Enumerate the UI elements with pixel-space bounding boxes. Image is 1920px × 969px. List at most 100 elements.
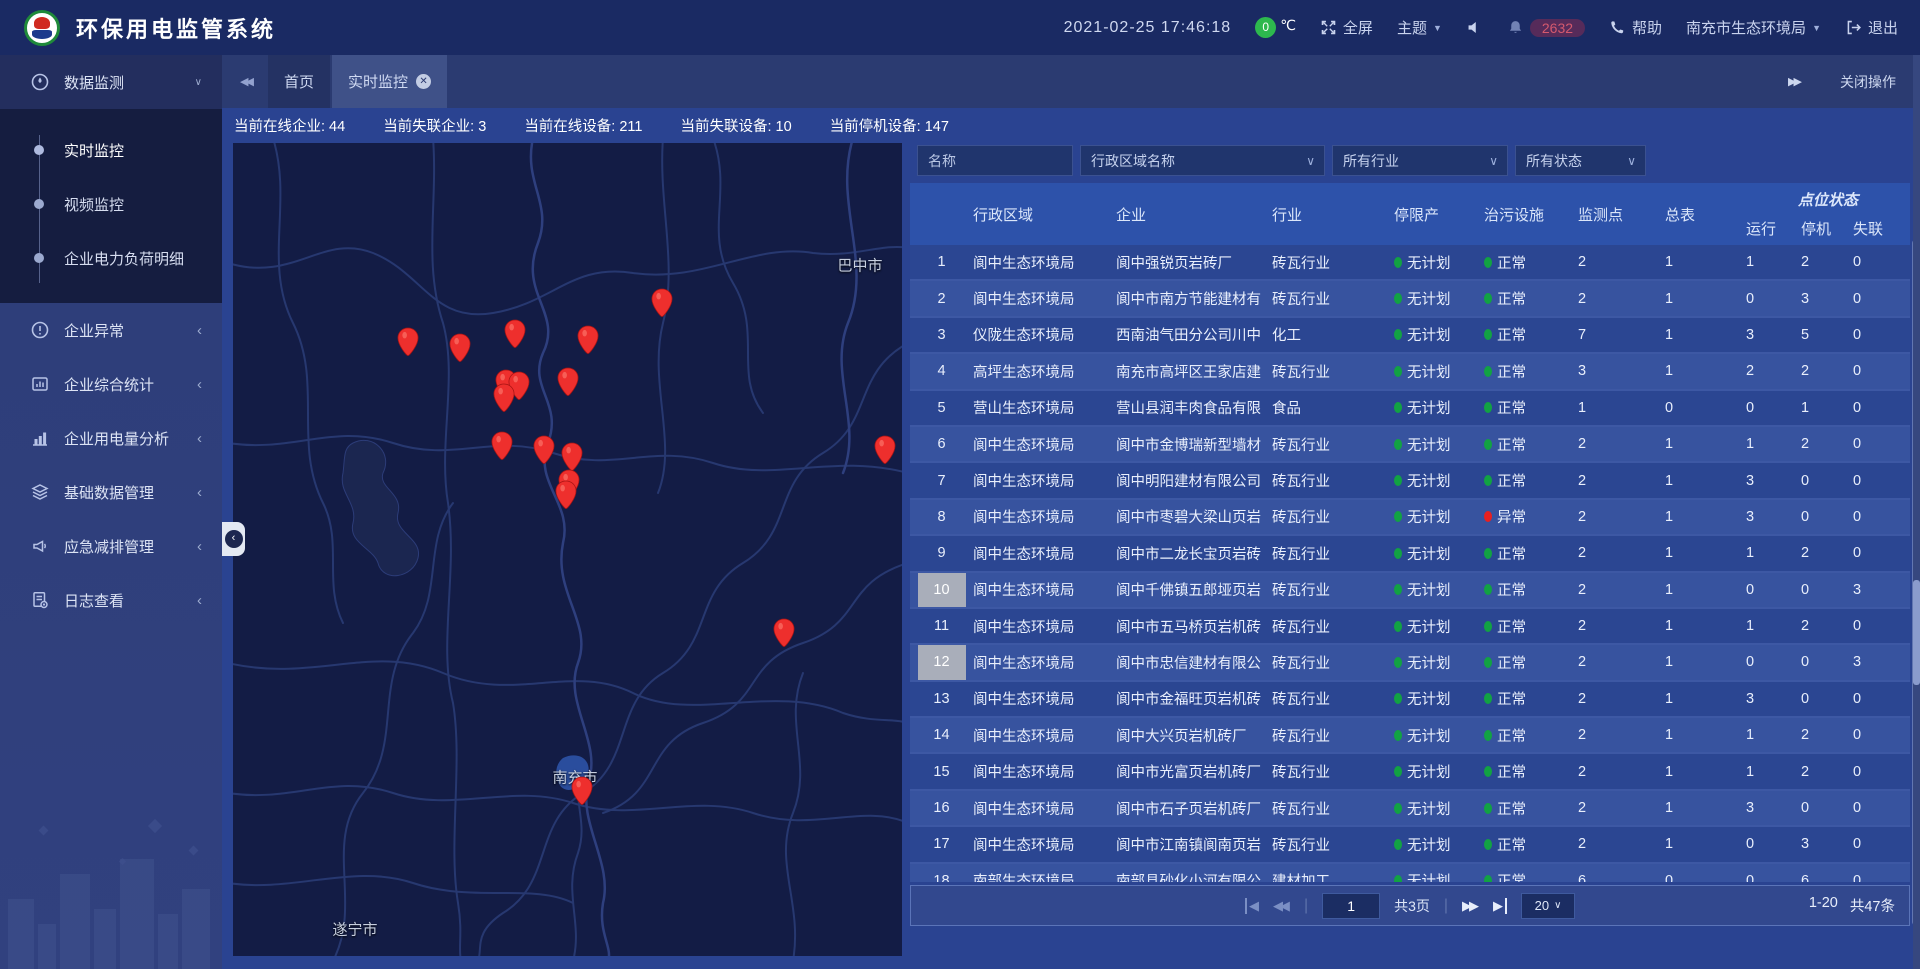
- table-row[interactable]: 8阆中生态环境局阆中市枣碧大梁山页岩砖瓦行业无计划异常21300: [910, 500, 1910, 536]
- region-filter-select[interactable]: 行政区域名称 ∨: [1080, 145, 1325, 176]
- col-company: 企业: [1116, 183, 1272, 245]
- map-pin-icon[interactable]: [555, 480, 578, 511]
- stat-item-1: 当前失联企业: 3: [383, 115, 486, 136]
- logout-button[interactable]: 退出: [1845, 17, 1898, 38]
- sidebar-group-5[interactable]: 应急减排管理‹: [0, 519, 222, 573]
- map-pin-icon[interactable]: [491, 431, 514, 462]
- sidebar-item-视频监控[interactable]: 视频监控: [0, 177, 222, 231]
- cell-meter: 0: [1665, 400, 1746, 416]
- status-text: 正常: [1497, 252, 1526, 273]
- cell-facility: 正常: [1484, 616, 1578, 637]
- page-size-select[interactable]: 20 ∨: [1521, 893, 1575, 919]
- table-row[interactable]: 2阆中生态环境局阆中市南方节能建材有砖瓦行业无计划正常21030: [910, 281, 1910, 317]
- close-operations-button[interactable]: 关闭操作: [1840, 72, 1896, 92]
- map-pin-icon[interactable]: [449, 333, 472, 364]
- status-dot-icon: [1484, 621, 1492, 632]
- table-row[interactable]: 7阆中生态环境局阆中明阳建材有限公司砖瓦行业无计划正常21300: [910, 463, 1910, 499]
- theme-button[interactable]: 主题 ▼: [1397, 17, 1442, 38]
- mute-button[interactable]: [1466, 19, 1483, 36]
- cell-company: 阆中市五马桥页岩机砖: [1116, 616, 1272, 637]
- cell-region: 阆中生态环境局: [973, 434, 1116, 455]
- tab-close-icon[interactable]: ✕: [416, 74, 431, 89]
- sidebar-item-企业电力负荷明细[interactable]: 企业电力负荷明细: [0, 231, 222, 285]
- cell-region: 阆中生态环境局: [973, 579, 1116, 600]
- table-row[interactable]: 16阆中生态环境局阆中市石子页岩机砖厂砖瓦行业无计划正常21300: [910, 791, 1910, 827]
- prev-page-icon[interactable]: ◀◀: [1273, 898, 1290, 914]
- table-row[interactable]: 15阆中生态环境局阆中市光富页岩机砖厂砖瓦行业无计划正常21120: [910, 754, 1910, 790]
- cell-industry: 砖瓦行业: [1272, 434, 1394, 455]
- cell-region: 阆中生态环境局: [973, 834, 1116, 855]
- map-pin-icon[interactable]: [773, 618, 796, 649]
- map-pin-icon[interactable]: [397, 327, 420, 358]
- sidebar-group-1[interactable]: 企业异常‹: [0, 303, 222, 357]
- sidebar-item-实时监控[interactable]: 实时监控: [0, 123, 222, 177]
- cell-monitor: 2: [1578, 800, 1665, 816]
- tabs-scroll-left-icon[interactable]: ◀◀: [240, 75, 266, 88]
- fullscreen-button[interactable]: 全屏: [1320, 17, 1373, 38]
- map-pin-icon[interactable]: [493, 383, 516, 414]
- sidebar-group-label: 企业异常: [64, 320, 124, 341]
- map-pin-icon[interactable]: [874, 435, 897, 466]
- sidebar-group-6[interactable]: 日志查看‹: [0, 573, 222, 627]
- table-row[interactable]: 3仪陇生态环境局西南油气田分公司川中化工无计划正常71350: [910, 318, 1910, 354]
- map-pin-icon[interactable]: [557, 367, 580, 398]
- table-row[interactable]: 14阆中生态环境局阆中大兴页岩机砖厂砖瓦行业无计划正常21120: [910, 718, 1910, 754]
- page-scrollbar[interactable]: [1913, 55, 1920, 969]
- map-pin-icon[interactable]: [504, 319, 527, 350]
- status-text: 正常: [1497, 361, 1526, 382]
- table-row[interactable]: 18南部生态环境局南部县砂化小河有限公建材加工无计划正常60060: [910, 864, 1910, 882]
- map-pin-icon[interactable]: [577, 325, 600, 356]
- table-row[interactable]: 11阆中生态环境局阆中市五马桥页岩机砖砖瓦行业无计划正常21120: [910, 609, 1910, 645]
- stats-bar: 当前在线企业: 44当前失联企业: 3当前在线设备: 211当前失联设备: 10…: [222, 108, 1920, 143]
- sidebar-item-label: 实时监控: [64, 140, 124, 161]
- name-filter[interactable]: [917, 145, 1073, 176]
- next-page-icon[interactable]: ▶▶: [1462, 898, 1479, 914]
- name-filter-input[interactable]: [928, 153, 1062, 169]
- table-row[interactable]: 9阆中生态环境局阆中市二龙长宝页岩砖砖瓦行业无计划正常21120: [910, 536, 1910, 572]
- industry-filter-select[interactable]: 所有行业 ∨: [1332, 145, 1508, 176]
- org-menu[interactable]: 南充市生态环境局 ▼: [1686, 17, 1821, 38]
- map-pin-icon[interactable]: [533, 435, 556, 466]
- map-roads: [233, 143, 902, 956]
- map-pin-icon[interactable]: [571, 776, 594, 807]
- table-row[interactable]: 1阆中生态环境局阆中强锐页岩砖厂砖瓦行业无计划正常21120: [910, 245, 1910, 281]
- map-pin-icon[interactable]: [651, 288, 674, 319]
- status-filter-select[interactable]: 所有状态 ∨: [1515, 145, 1646, 176]
- cell-region: 仪陇生态环境局: [973, 324, 1116, 345]
- table-row[interactable]: 13阆中生态环境局阆中市金福旺页岩机砖砖瓦行业无计划正常21300: [910, 682, 1910, 718]
- scrollbar-thumb[interactable]: [1913, 580, 1920, 685]
- tabs-scroll-right-icon[interactable]: ▶▶: [1788, 75, 1814, 88]
- table-row[interactable]: 4高坪生态环境局南充市高坪区王家店建砖瓦行业无计划正常31220: [910, 354, 1910, 390]
- sidebar-group-3[interactable]: 企业用电量分析‹: [0, 411, 222, 465]
- cell-halt: 0: [1801, 691, 1853, 707]
- status-text: 无计划: [1407, 579, 1451, 600]
- table-row[interactable]: 6阆中生态环境局阆中市金博瑞新型墙材砖瓦行业无计划正常21120: [910, 427, 1910, 463]
- table-row[interactable]: 17阆中生态环境局阆中市江南镇阆南页岩砖瓦行业无计划正常21030: [910, 827, 1910, 863]
- status-dot-icon: [1484, 511, 1492, 522]
- last-page-icon[interactable]: ▶: [1493, 898, 1507, 914]
- cell-region: 阆中生态环境局: [973, 616, 1116, 637]
- sidebar-group-2[interactable]: 企业综合统计‹: [0, 357, 222, 411]
- cell-run: 1: [1746, 764, 1801, 780]
- table-row[interactable]: 12阆中生态环境局阆中市忠信建材有限公砖瓦行业无计划正常21003: [910, 645, 1910, 681]
- table-row[interactable]: 10阆中生态环境局阆中千佛镇五郎垭页岩砖瓦行业无计划正常21003: [910, 573, 1910, 609]
- tab-realtime-monitor[interactable]: 实时监控 ✕: [332, 55, 447, 108]
- help-button[interactable]: 帮助: [1609, 17, 1662, 38]
- sidebar-group-4[interactable]: 基础数据管理‹: [0, 465, 222, 519]
- first-page-icon[interactable]: ◀: [1245, 898, 1259, 914]
- tab-home[interactable]: 首页: [268, 55, 330, 108]
- status-text: 无计划: [1407, 470, 1451, 491]
- status-dot-icon: [1484, 730, 1492, 741]
- cell-run: 2: [1746, 363, 1801, 379]
- sidebar-collapse-button[interactable]: ‹: [222, 522, 245, 556]
- map-panel[interactable]: 巴中市南充市遂宁市: [233, 143, 902, 956]
- chevron-down-icon: ∨: [1306, 154, 1315, 168]
- page-number-input[interactable]: [1322, 893, 1380, 919]
- chevron-left-icon: ‹: [197, 430, 202, 447]
- notifications-button[interactable]: 2632: [1507, 19, 1585, 37]
- col-industry: 行业: [1272, 183, 1394, 245]
- cell-stop: 无计划: [1394, 470, 1484, 491]
- chevron-left-icon: ‹: [197, 484, 202, 501]
- table-row[interactable]: 5营山生态环境局营山县润丰肉食品有限食品无计划正常10010: [910, 391, 1910, 427]
- sidebar-group-0[interactable]: 数据监测∨: [0, 55, 222, 109]
